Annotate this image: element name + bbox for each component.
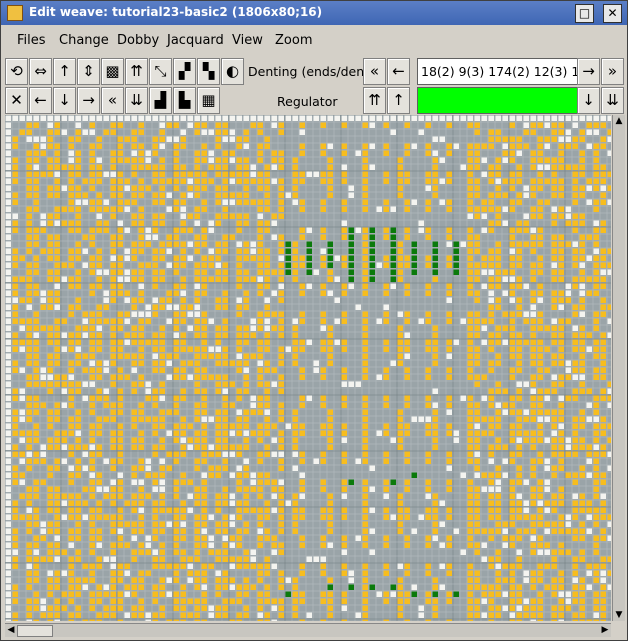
flip-vertical-icon[interactable]: ⇕ [77, 58, 100, 85]
arrow-up-icon[interactable]: ↑ [53, 58, 76, 85]
denting-prev-icon[interactable]: ← [387, 58, 410, 85]
scroll-down-icon[interactable]: ▼ [613, 609, 625, 621]
step-up-icon[interactable]: ▟ [149, 87, 172, 114]
horizontal-scrollbar[interactable]: ◀ ▶ [5, 623, 611, 637]
menu-jacquard[interactable]: Jacquard [167, 33, 224, 48]
step-down-icon[interactable]: ▙ [173, 87, 196, 114]
regulator-label: Regulator [277, 94, 338, 109]
window-title: Edit weave: tutorial23-basic2 (1806x80;1… [29, 5, 323, 19]
double-arrow-up-icon[interactable]: ⇈ [125, 58, 148, 85]
regulator-down-icon[interactable]: ↓ [577, 87, 600, 114]
flip-horizontal-icon[interactable]: ⇔ [29, 58, 52, 85]
toolbar-row-2: Regulator ⇈ ↑ ↓ ⇊ ✕ ← ↓ → «⇊ ▟ ▙ ▦ [5, 87, 625, 115]
vertical-scrollbar[interactable]: ▲ ▼ [612, 115, 625, 621]
weave-grid[interactable] [5, 115, 611, 621]
title-bar[interactable]: Edit weave: tutorial23-basic2 (1806x80;1… [1, 1, 627, 25]
denting-next-icon[interactable]: → [577, 58, 600, 85]
menu-bar: Files Change Dobby Jacquard View Zoom [3, 27, 625, 53]
maximize-button[interactable]: □ [575, 4, 594, 23]
regulator-bottom-icon[interactable]: ⇊ [601, 87, 624, 114]
weave-editor-window: Edit weave: tutorial23-basic2 (1806x80;1… [0, 0, 628, 641]
menu-dobby[interactable]: Dobby [117, 33, 159, 48]
weave-grid-svg[interactable] [5, 115, 611, 621]
denting-label: Denting (ends/dent) [248, 64, 374, 79]
twill-left-icon[interactable]: ▚ [197, 58, 220, 85]
regulator-top-icon[interactable]: ⇈ [363, 87, 386, 114]
double-arrow-left-icon[interactable]: « [101, 87, 124, 114]
scroll-left-icon[interactable]: ◀ [5, 624, 17, 636]
regulator-up-icon[interactable]: ↑ [387, 87, 410, 114]
rotate-icon[interactable]: ⟲ [5, 58, 28, 85]
app-icon [7, 5, 23, 21]
arrow-right-icon[interactable]: → [77, 87, 100, 114]
shear-icon[interactable]: ⤡ [149, 58, 172, 85]
horizontal-scroll-thumb[interactable] [17, 625, 53, 637]
menu-zoom[interactable]: Zoom [275, 33, 312, 48]
regulator-color-box[interactable] [417, 87, 581, 114]
arrow-left-icon[interactable]: ← [29, 87, 52, 114]
close-button[interactable]: ✕ [603, 4, 622, 23]
denting-first-icon[interactable]: « [363, 58, 386, 85]
denting-input[interactable]: 18(2) 9(3) 174(2) 12(3) 126 [417, 58, 584, 85]
checker-icon[interactable]: ▦ [197, 87, 220, 114]
invert-icon[interactable]: ▩ [101, 58, 124, 85]
scroll-up-icon[interactable]: ▲ [613, 115, 625, 127]
clear-icon[interactable]: ✕ [5, 87, 28, 114]
twill-right-icon[interactable]: ▞ [173, 58, 196, 85]
menu-view[interactable]: View [232, 33, 263, 48]
double-arrow-down-icon[interactable]: ⇊ [125, 87, 148, 114]
toolbar-row-1: Denting (ends/dent) « ← 18(2) 9(3) 174(2… [5, 58, 625, 86]
half-circle-icon[interactable]: ◐ [221, 58, 244, 85]
denting-last-icon[interactable]: » [601, 58, 624, 85]
menu-files[interactable]: Files [17, 33, 46, 48]
scroll-right-icon[interactable]: ▶ [599, 624, 611, 636]
menu-change[interactable]: Change [59, 33, 109, 48]
arrow-down-icon[interactable]: ↓ [53, 87, 76, 114]
